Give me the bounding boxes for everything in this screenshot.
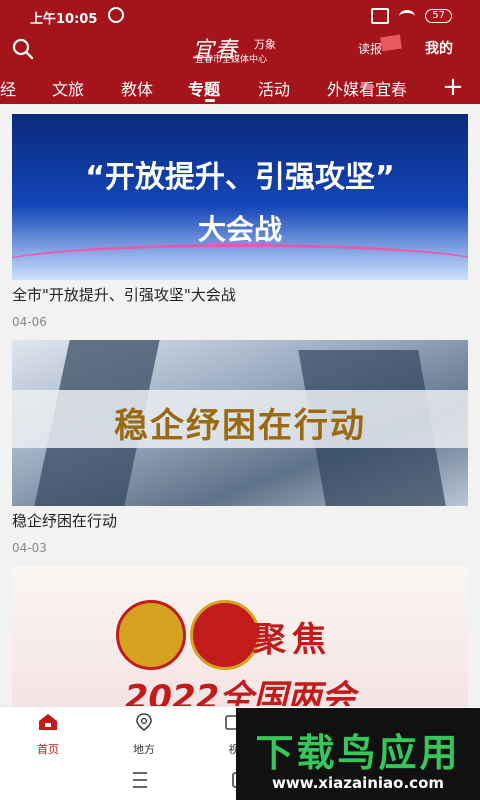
article-date: 04-03 xyxy=(12,541,47,555)
app-logo: 宜春 万象 宜春市全媒体中心 xyxy=(192,32,292,65)
category-tabs: 经 文旅 教体 专题 活动 外媒看宜春 + xyxy=(0,70,480,104)
watermark-url: www.xiazainiao.com xyxy=(271,774,445,792)
banner-title: 稳企纾困在行动 xyxy=(114,406,366,446)
article-banner[interactable]: 聚焦 2022全国两会 xyxy=(12,566,468,706)
tabs-fade xyxy=(396,70,436,104)
article-card[interactable]: 稳企纾困在行动 稳企纾困在行动 04-03 xyxy=(12,340,468,567)
article-card[interactable]: 聚焦 2022全国两会 xyxy=(12,566,468,706)
status-bar: 上午10:05 57 xyxy=(0,0,480,32)
status-time: 上午10:05 xyxy=(30,12,98,27)
top-bar: 宜春 万象 宜春市全媒体中心 读报 我的 xyxy=(0,32,480,68)
article-banner[interactable]: “开放提升、引强攻坚” 大会战 xyxy=(12,114,468,280)
banner-title-line1: 聚焦 xyxy=(252,620,332,660)
wifi-icon xyxy=(399,9,416,23)
banner-title-line1: “开放提升、引强攻坚” xyxy=(85,160,395,195)
active-tab-indicator xyxy=(205,99,215,102)
banner-title-line2: 大会战 xyxy=(197,213,282,246)
app-header: 上午10:05 57 宜春 万象 宜春市全媒体中心 读报 我的 经 文旅 教体 … xyxy=(0,0,480,104)
banner-wave-decoration xyxy=(12,244,468,280)
article-list: “开放提升、引强攻坚” 大会战 全市"开放提升、引强攻坚"大会战 04-06 稳… xyxy=(0,104,480,706)
national-emblem-icon xyxy=(116,600,186,670)
home-icon xyxy=(39,714,57,730)
menu-icon[interactable] xyxy=(133,772,147,788)
tab-special-topics[interactable]: 专题 xyxy=(188,76,220,100)
article-title[interactable]: 全市"开放提升、引强攻坚"大会战 xyxy=(12,284,236,305)
logo-tagline: 宜春市全媒体中心 xyxy=(195,55,268,65)
nav-item-home[interactable]: 首页 xyxy=(18,713,78,757)
map-pin-icon xyxy=(136,713,152,731)
search-icon[interactable] xyxy=(12,38,34,60)
tab-culture-travel[interactable]: 文旅 xyxy=(52,76,84,100)
logo-sub-brand: 万象 xyxy=(254,38,276,51)
mine-button[interactable]: 我的 xyxy=(425,38,453,58)
battery-indicator: 57 xyxy=(425,9,452,23)
article-date: 04-06 xyxy=(12,315,47,329)
article-banner[interactable]: 稳企纾困在行动 xyxy=(12,340,468,506)
tab-foreign-media[interactable]: 外媒看宜春 xyxy=(327,76,407,100)
add-channel-button[interactable]: + xyxy=(438,70,468,104)
nav-item-local[interactable]: 地方 xyxy=(114,713,174,757)
tab-education-sports[interactable]: 教体 xyxy=(121,76,153,100)
alarm-icon xyxy=(108,7,124,23)
status-icons: 57 xyxy=(371,8,452,24)
article-title[interactable]: 稳企纾困在行动 xyxy=(12,510,117,531)
tab-activities[interactable]: 活动 xyxy=(258,76,290,100)
nav-label: 首页 xyxy=(37,743,59,756)
nav-label: 地方 xyxy=(133,743,155,756)
banner-title-line2: 2022全国两会 xyxy=(124,678,356,706)
article-card[interactable]: “开放提升、引强攻坚” 大会战 全市"开放提升、引强攻坚"大会战 04-06 xyxy=(12,114,468,341)
cppcc-emblem-icon xyxy=(190,600,260,670)
newspaper-icon[interactable] xyxy=(380,34,402,52)
tab-partial[interactable]: 经 xyxy=(0,76,16,100)
newspaper-button[interactable]: 读报 xyxy=(358,40,382,57)
watermark-text: 下载鸟应用 xyxy=(255,731,461,775)
sim-icon xyxy=(371,8,390,24)
watermark: 下载鸟应用 www.xiazainiao.com xyxy=(236,708,480,800)
